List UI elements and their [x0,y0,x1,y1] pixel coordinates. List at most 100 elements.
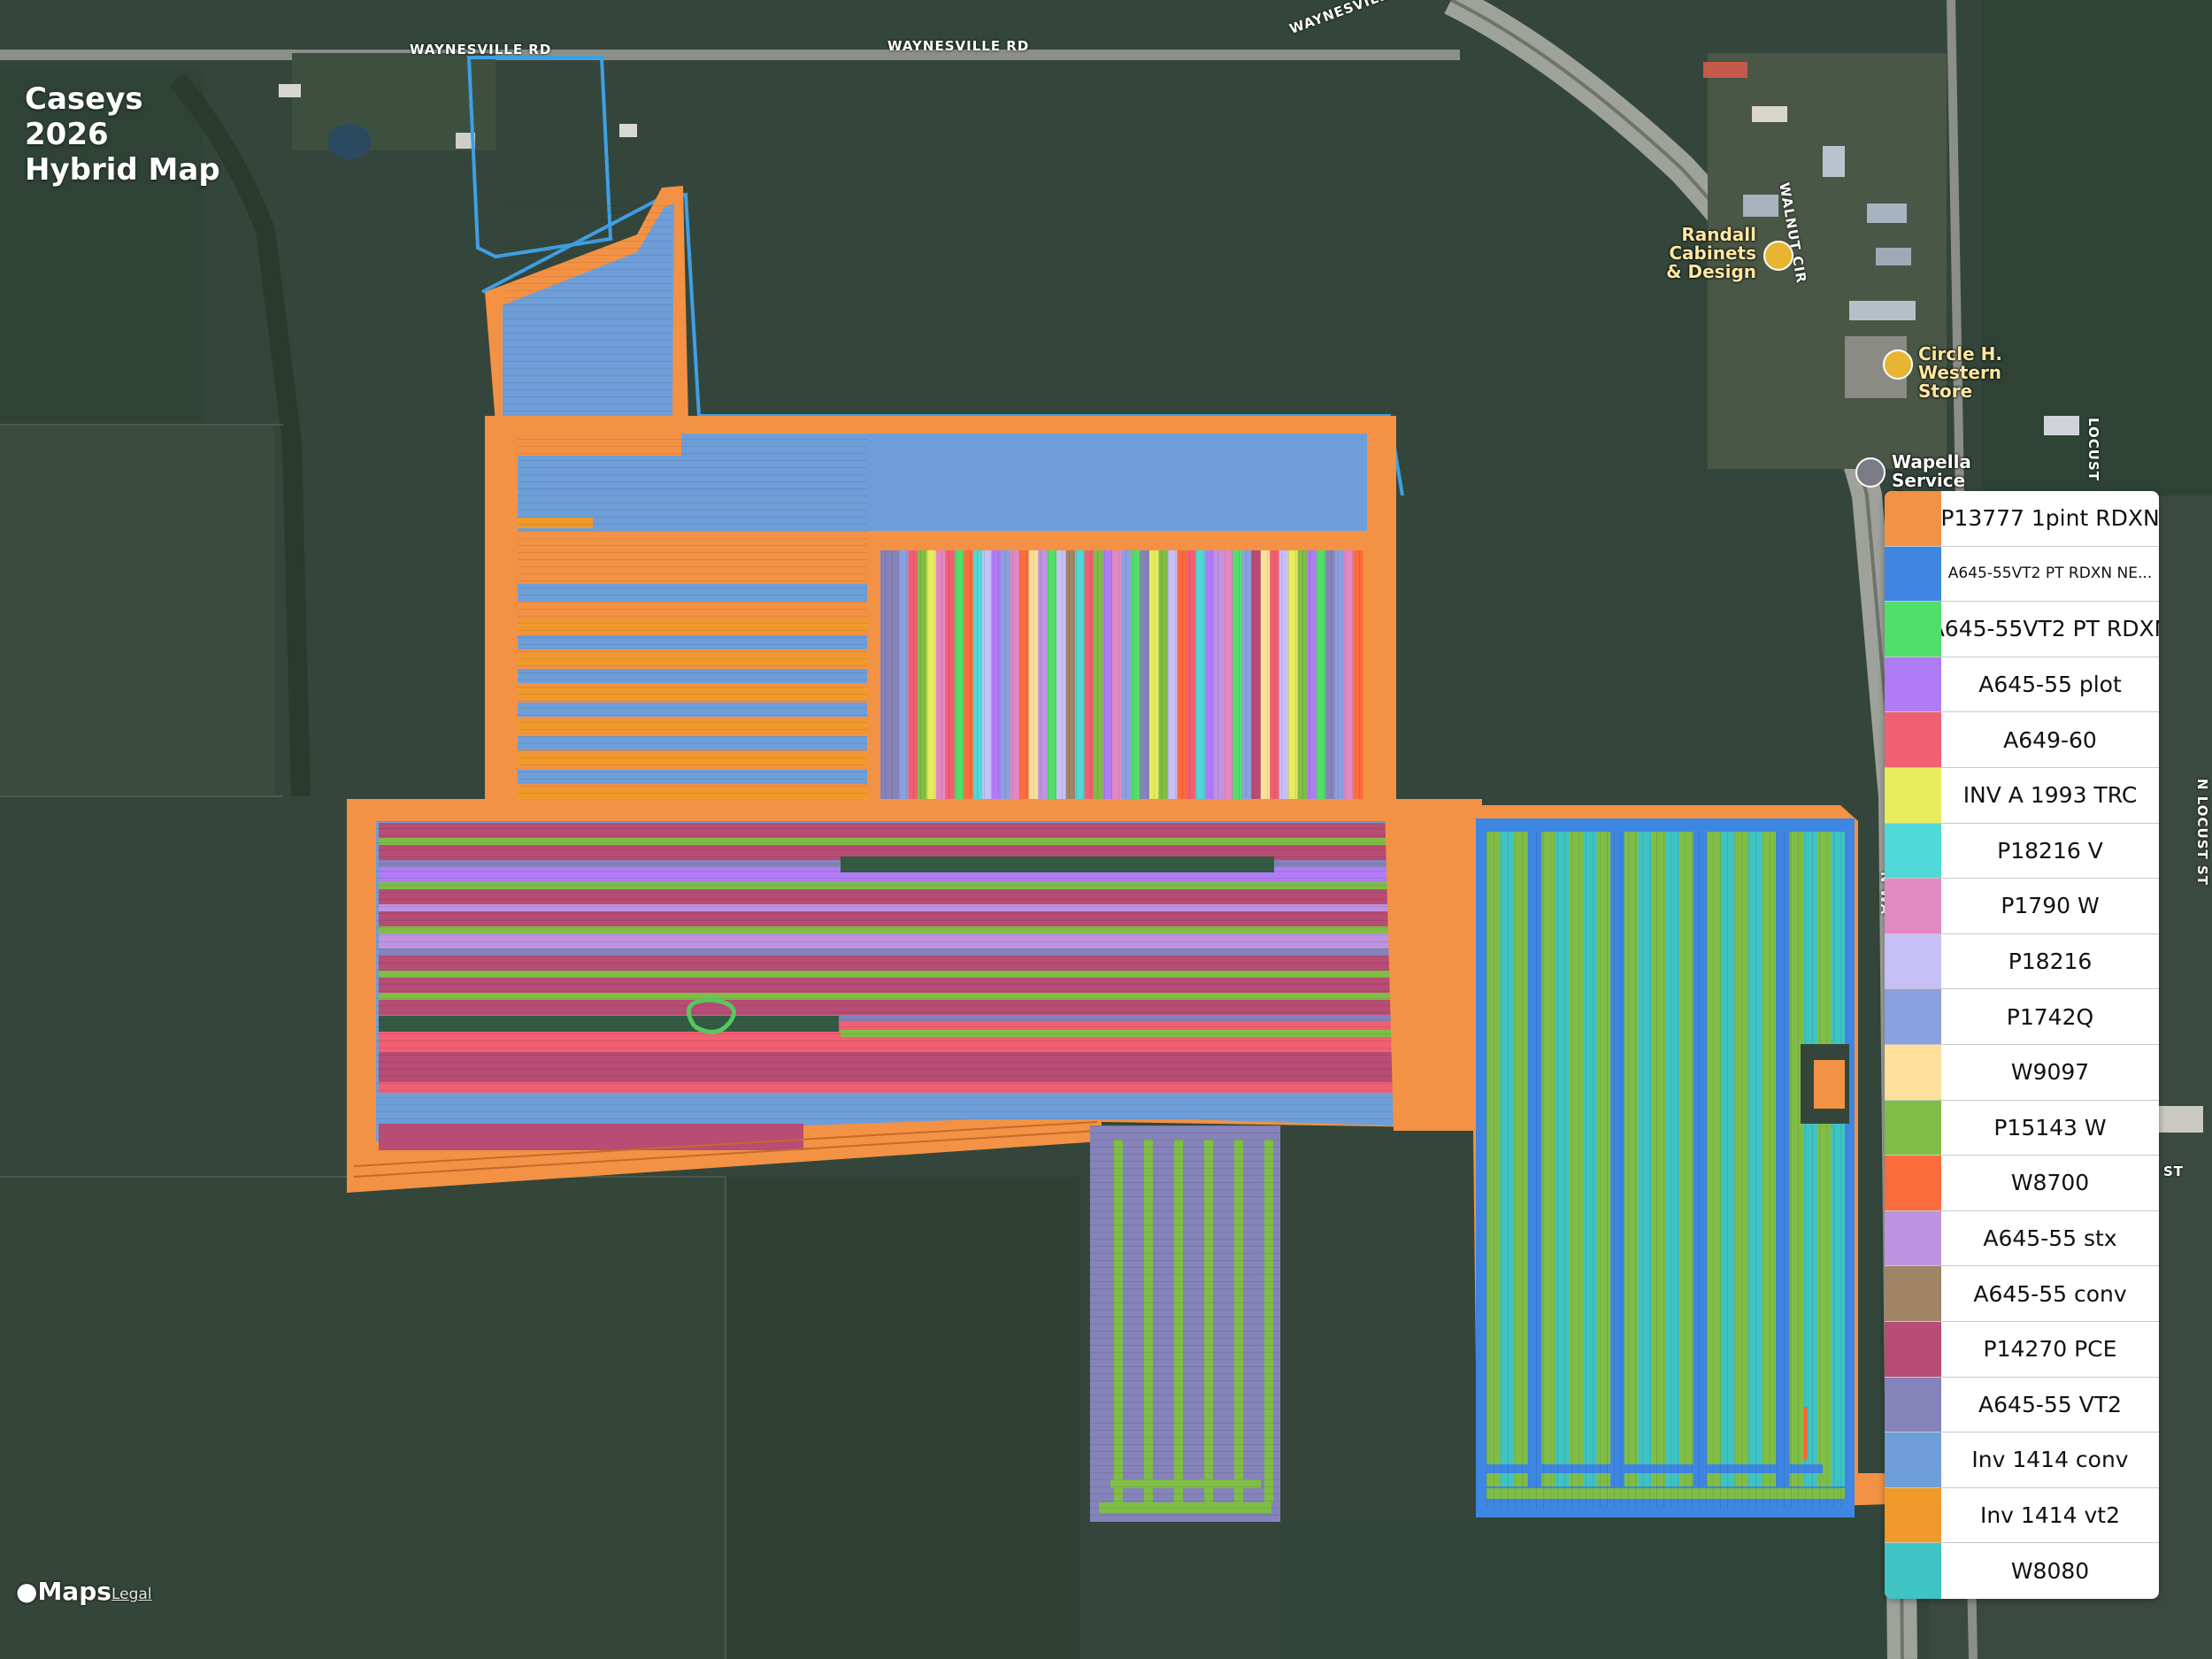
legend-item: Inv 1414 conv [1885,1432,2159,1488]
legend-swatch [1885,602,1941,657]
legend-item: A645-55 VT2 [1885,1377,2159,1433]
building [1849,301,1916,320]
field-tile-s [726,1177,1079,1659]
legend-swatch [1885,546,1941,602]
service-poi-icon[interactable] [1855,457,1886,488]
title-line-3: Hybrid Map [25,152,220,188]
building [1752,106,1787,122]
building [1823,146,1845,177]
legend-swatch [1885,767,1941,823]
legend-swatch [1885,1377,1941,1432]
legend-item: A645-55 conv [1885,1266,2159,1322]
legend-item: P15143 W [1885,1100,2159,1156]
road-label-st: ST [2163,1164,2185,1179]
legend-swatch [1885,491,1941,546]
maps-logo: ●Maps [16,1577,111,1606]
apple-logo-icon: ● [16,1577,38,1606]
building [1743,195,1778,217]
field-strip [379,1124,803,1150]
building [2044,416,2079,435]
legend-label: W9097 [2010,1059,2090,1086]
field-strip [1845,832,1854,1486]
legend-swatch [1885,1156,1941,1210]
legend-swatch [1885,1210,1941,1266]
legend-swatch [1885,879,1941,933]
waynesville-road [0,50,1460,60]
legend-item: W9097 [1885,1044,2159,1101]
field-east-texture [1486,832,1845,1509]
legend-swatch [1885,823,1941,879]
field-south-texture [1090,1125,1280,1522]
legend-item: P13777 1pint RDXN [1885,491,2159,547]
field-north-notch-texture [503,204,672,416]
store-poi-icon[interactable] [1883,349,1913,380]
legend-item: A645-55 plot [1885,657,2159,713]
legend-item: P1742Q [1885,989,2159,1045]
legend-item: A645-55VT2 PT RDXN NE... [1885,546,2159,603]
legend-swatch [1885,1100,1941,1156]
legend-swatch [1885,1044,1941,1100]
legend-label: Inv 1414 vt2 [1979,1502,2121,1528]
field-tile-se [1283,1522,1885,1659]
legend-label: A645-55 stx [1983,1225,2117,1252]
legend-swatch [1885,657,1941,712]
legend-swatch [1885,1266,1941,1321]
legend-swatch [1885,933,1941,989]
maps-logo-text: Maps [37,1577,111,1606]
legend-label: Inv 1414 conv [1971,1447,2129,1473]
field-tile-w [0,425,274,796]
map-title: Caseys 2026 Hybrid Map [25,81,220,188]
legend-label: P13777 1pint RDXN [1941,505,2159,532]
legend-label: A645-55VT2 PT RDXN NE... [1947,565,2153,583]
plot-strips-texture [880,550,1363,805]
building [1876,248,1911,265]
field-north-west-texture [518,434,867,805]
legend-item: A649-60 [1885,712,2159,768]
store-poi-icon[interactable] [1763,241,1793,271]
legend-swatch [1885,712,1941,767]
field-middle-texture [376,821,1471,1122]
legend-label: P14270 PCE [1983,1336,2117,1363]
legend-swatch [1885,1432,1941,1487]
poi-randall[interactable]: Randall Cabinets & Design [1655,226,1756,281]
legend-label: W8700 [2010,1170,2090,1196]
road-label-waynesville: WAYNESVILLE RD [887,38,1030,54]
road-label-locust: LOCUST [2085,418,2101,481]
hybrid-legend: P13777 1pint RDXN A645-55VT2 PT RDXN NE..… [1885,491,2159,1599]
legend-label: A645-55 plot [1978,672,2122,698]
legend-label: P1790 W [2001,893,2100,919]
farm-building [279,84,301,97]
legend-item: A645-55VT2 PT RDXN [1885,602,2159,657]
legend-label: A645-55VT2 PT RDXN [1941,616,2159,642]
building [1867,204,1907,223]
legend-item: P1790 W [1885,879,2159,934]
legend-item: INV A 1993 TRC [1885,767,2159,824]
legend-label: W8080 [2010,1558,2090,1585]
legend-label: P18216 V [1997,837,2103,864]
legal-link[interactable]: Legal [111,1586,152,1603]
legend-item: W8080 [1885,1543,2159,1599]
legend-item: A645-55 stx [1885,1210,2159,1267]
poi-circle-h[interactable]: Circle H. Western Store [1918,345,2051,401]
road-label-waynesville: WAYNESVILLE RD [410,42,552,58]
legend-label: A649-60 [2003,726,2097,753]
legend-label: A645-55 conv [1973,1280,2127,1307]
legend-item: P18216 V [1885,823,2159,879]
legend-swatch [1885,1321,1941,1377]
legend-item: Inv 1414 vt2 [1885,1487,2159,1544]
field-east-notch-orange [1814,1060,1845,1109]
legend-label: A645-55 VT2 [1978,1391,2122,1417]
satellite-map[interactable] [0,0,2212,1659]
building [1703,62,1747,78]
legend-swatch [1885,989,1941,1044]
pond [327,124,372,159]
legend-item: P14270 PCE [1885,1321,2159,1378]
farm-building [619,124,637,137]
legend-label: P15143 W [1993,1114,2107,1141]
road-label-n-locust-st: N LOCUST ST [2194,779,2210,887]
title-line-2: 2026 [25,117,109,152]
legend-label: P1742Q [2006,1003,2094,1030]
legend-swatch [1885,1487,1941,1543]
building [2159,1106,2203,1133]
legend-item: P18216 [1885,933,2159,990]
